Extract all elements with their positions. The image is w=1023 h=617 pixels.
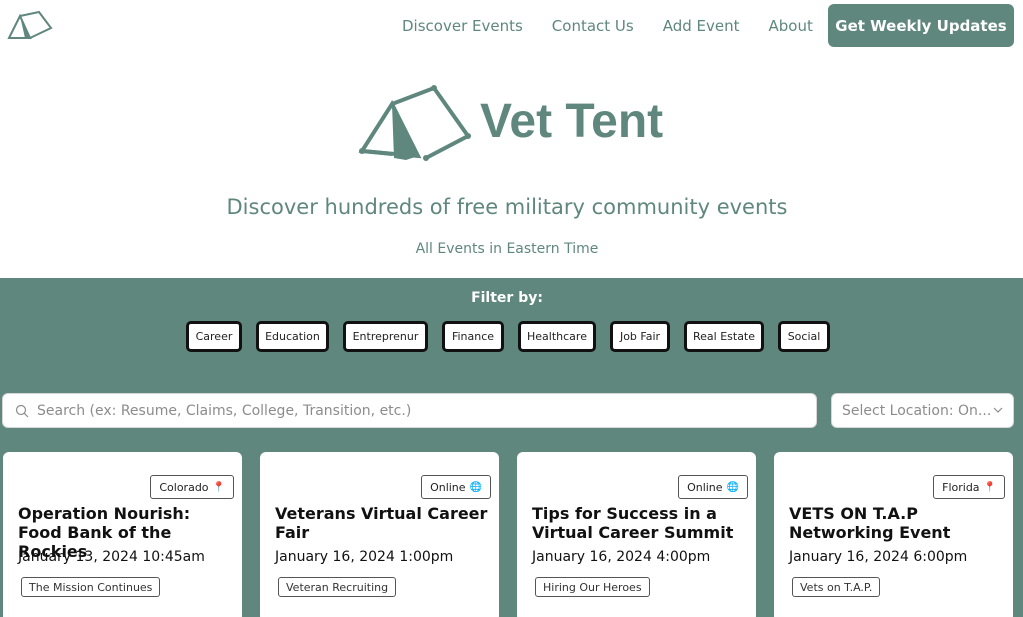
timezone-note: All Events in Eastern Time: [415, 241, 599, 257]
site-title: Vet Tent: [480, 95, 664, 148]
filter-chip-finance[interactable]: Finance: [442, 321, 504, 352]
location-select[interactable]: Select Location: On...: [831, 393, 1014, 428]
event-title[interactable]: Veterans Virtual Career Fair: [275, 504, 490, 542]
search-bar: [2, 393, 817, 428]
filter-chip-education[interactable]: Education: [256, 321, 329, 352]
tent-hero-logo-icon: [358, 85, 471, 161]
event-date: January 16, 2024 4:00pm: [532, 549, 711, 565]
search-input[interactable]: [37, 402, 797, 419]
chevron-down-icon: [993, 407, 1003, 413]
location-tag-label: Colorado: [159, 480, 209, 494]
organizer-tag: Hiring Our Heroes: [535, 577, 650, 597]
location-tag: Colorado 📍: [150, 475, 234, 499]
location-tag: Online 🌐: [678, 475, 748, 499]
top-nav: Discover Events Contact Us Add Event Abo…: [0, 0, 1023, 52]
filter-chip-entreprenur[interactable]: Entreprenur: [343, 321, 428, 352]
nav-contact-us[interactable]: Contact Us: [552, 17, 634, 35]
event-card[interactable]: Online 🌐 Tips for Success in a Virtual C…: [517, 452, 756, 617]
event-card[interactable]: Florida 📍 VETS ON T.A.P Networking Event…: [774, 452, 1013, 617]
location-tag: Florida 📍: [933, 475, 1005, 499]
event-date: January 16, 2024 6:00pm: [789, 549, 968, 565]
location-tag-label: Online: [687, 480, 723, 494]
location-select-value: Select Location: On...: [842, 402, 992, 419]
nav-about[interactable]: About: [769, 17, 813, 35]
filter-chip-job-fair[interactable]: Job Fair: [610, 321, 670, 352]
location-tag-label: Florida: [942, 480, 980, 494]
event-title[interactable]: VETS ON T.A.P Networking Event: [789, 504, 1004, 542]
filter-chip-social[interactable]: Social: [778, 321, 830, 352]
event-card[interactable]: Colorado 📍 Operation Nourish: Food Bank …: [3, 452, 242, 617]
filter-chip-real-estate[interactable]: Real Estate: [684, 321, 764, 352]
filter-label: Filter by:: [471, 290, 543, 306]
nav-links: Discover Events Contact Us Add Event Abo…: [402, 17, 813, 35]
organizer-tag: Veteran Recruiting: [278, 577, 397, 597]
event-date: January 16, 2024 1:00pm: [275, 549, 454, 565]
event-date: January 13, 2024 10:45am: [18, 549, 205, 565]
filter-chip-healthcare[interactable]: Healthcare: [518, 321, 596, 352]
event-card[interactable]: Online 🌐 Veterans Virtual Career Fair Ja…: [260, 452, 499, 617]
organizer-tag: The Mission Continues: [21, 577, 161, 597]
events-section: Filter by: Career Education Entreprenur …: [0, 278, 1023, 617]
get-weekly-updates-button[interactable]: Get Weekly Updates: [828, 4, 1014, 47]
filter-chips: Career Education Entreprenur Finance Hea…: [0, 321, 1023, 352]
location-tag: Online 🌐: [421, 475, 491, 499]
hero-subtitle: Discover hundreds of free military commu…: [226, 195, 788, 219]
event-title[interactable]: Tips for Success in a Virtual Career Sum…: [532, 504, 747, 542]
filter-chip-career[interactable]: Career: [186, 321, 242, 352]
tent-logo-icon[interactable]: [6, 8, 54, 42]
search-icon: [15, 404, 29, 417]
location-tag-label: Online: [430, 480, 466, 494]
pin-icon: 📍: [212, 481, 225, 493]
nav-add-event[interactable]: Add Event: [663, 17, 740, 35]
organizer-tag: Vets on T.A.P.: [792, 577, 881, 597]
pin-icon: 📍: [983, 481, 996, 493]
globe-icon: 🌐: [469, 481, 482, 493]
nav-discover-events[interactable]: Discover Events: [402, 17, 523, 35]
globe-icon: 🌐: [726, 481, 739, 493]
